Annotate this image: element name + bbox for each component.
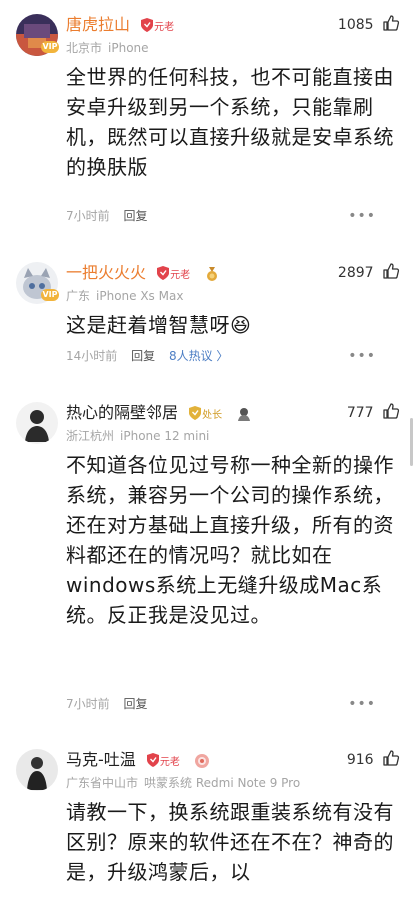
more-options-icon[interactable]: ••• — [348, 208, 376, 224]
comment-header: 马克-吐温 元老 916 — [66, 749, 400, 771]
shield-icon — [189, 405, 202, 420]
comment-meta: 浙江杭州 iPhone 12 mini — [66, 428, 209, 444]
shield-icon — [146, 752, 159, 767]
rank-badge: 元老 — [157, 265, 193, 282]
comment-text: 全世界的任何科技，也不可能直接由安卓升级到另一个系统，只能靠刷机，既然可以直接升… — [66, 65, 394, 179]
timestamp: 7小时前 — [66, 697, 110, 711]
scrollbar[interactable] — [410, 418, 413, 466]
like-count: 2897 — [337, 265, 374, 281]
like-button[interactable]: 916 — [347, 749, 400, 771]
thumbs-up-icon — [383, 263, 400, 279]
comment-meta: 广东省中山市 哄蒙系统 Redmi Note 9 Pro — [66, 775, 300, 791]
rank-badge: 元老 — [141, 17, 177, 34]
device: 哄蒙系统 Redmi Note 9 Pro — [144, 776, 301, 790]
reply-button[interactable]: 回复 — [123, 697, 147, 711]
medal-icon — [194, 753, 209, 768]
avatar[interactable] — [16, 749, 58, 791]
medal-icon — [238, 407, 251, 421]
device: iPhone — [108, 41, 149, 55]
username[interactable]: 马克-吐温 — [66, 750, 136, 769]
reply-button[interactable]: 回复 — [131, 349, 155, 363]
comment-footer: 7小时前 回复 ••• — [66, 208, 400, 224]
location: 浙江杭州 — [66, 429, 115, 443]
rank-badge-label: 元老 — [170, 269, 191, 281]
vip-badge: VIP — [41, 289, 59, 301]
like-count: 1085 — [337, 17, 374, 33]
comment-meta: 广东 iPhone Xs Max — [66, 288, 183, 304]
hot-discussion-link[interactable]: 8人热议 〉 — [169, 349, 228, 363]
comment-header: 唐虎拉山 元老 1085 — [66, 14, 400, 36]
thumbs-up-icon — [383, 750, 400, 766]
like-button[interactable]: 1085 — [338, 14, 400, 36]
shield-icon — [141, 17, 154, 32]
rank-badge: 元老 — [146, 752, 183, 769]
location: 广东省中山市 — [66, 776, 139, 790]
comment-footer: 7小时前 回复 ••• — [66, 696, 400, 712]
timestamp: 14小时前 — [66, 349, 118, 363]
comment-text: 不知道各位见过号称一种全新的操作系统，兼容另一个公司的操作系统，还在对方基础上直… — [66, 453, 394, 627]
like-count: 916 — [346, 752, 374, 768]
like-count: 777 — [346, 405, 374, 421]
like-button[interactable]: 2897 — [338, 262, 400, 284]
thumbs-up-icon — [383, 15, 400, 31]
username[interactable]: 热心的隔壁邻居 — [66, 403, 178, 422]
comment-header: 一把火火火 元老 2897 — [66, 262, 400, 284]
username[interactable]: 唐虎拉山 — [66, 15, 130, 34]
location: 广东 — [66, 289, 91, 303]
username[interactable]: 一把火火火 — [66, 263, 146, 282]
device: iPhone 12 mini — [120, 429, 210, 443]
more-options-icon[interactable]: ••• — [348, 348, 376, 364]
rank-badge-label: 元老 — [159, 756, 180, 768]
like-button[interactable]: 777 — [347, 402, 400, 424]
thumbs-up-icon — [383, 403, 400, 419]
medal-icon — [207, 266, 218, 281]
comment-text: 这是赶着增智慧呀😆 — [66, 313, 252, 337]
timestamp: 7小时前 — [66, 209, 110, 223]
comment-meta: 北京市 iPhone — [66, 40, 149, 56]
comment-text: 请教一下，换系统跟重装系统有没有区别？原来的软件还在不在？神奇的是，升级鸿蒙后，… — [66, 800, 394, 884]
comment-header: 热心的隔壁邻居 处长 777 — [66, 402, 400, 424]
comment-feed: VIP 唐虎拉山 元老 1085 北京市 iPhone 全世界的任何科技，也不可能… — [0, 0, 416, 900]
location: 北京市 — [66, 41, 103, 55]
shield-icon — [157, 265, 170, 280]
rank-badge-label: 处长 — [202, 409, 223, 421]
rank-badge: 处长 — [189, 405, 225, 422]
avatar[interactable] — [16, 402, 58, 444]
comment-footer: 14小时前 回复 8人热议 〉 ••• — [66, 348, 400, 364]
device: iPhone Xs Max — [96, 289, 184, 303]
more-options-icon[interactable]: ••• — [348, 696, 376, 712]
vip-badge: VIP — [41, 41, 59, 53]
rank-badge-label: 元老 — [154, 21, 175, 33]
reply-button[interactable]: 回复 — [123, 209, 147, 223]
